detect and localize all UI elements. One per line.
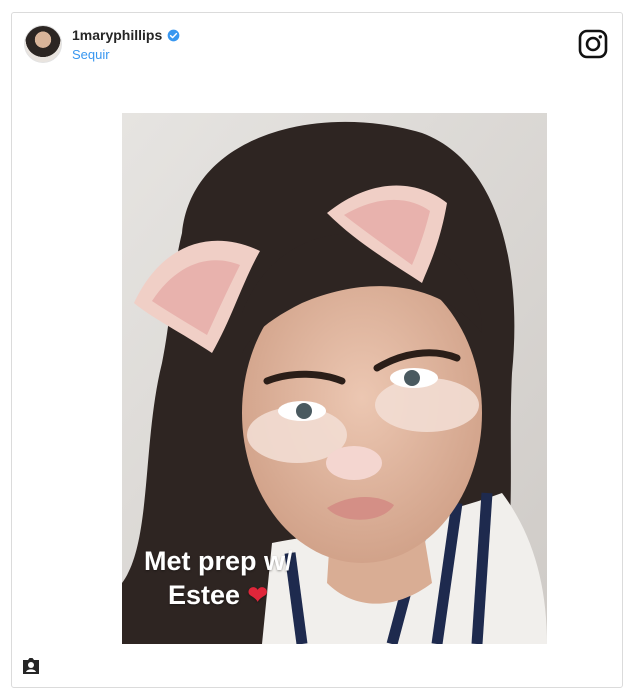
profile-icon[interactable] [20,655,42,677]
username[interactable]: 1maryphillips [72,27,162,43]
instagram-logo-icon[interactable] [578,29,608,59]
instagram-embed-card: 1maryphillips Sequir Met prep w/ Estee ❤ [11,12,623,688]
caption-line-2: Estee ❤ [168,582,468,609]
heart-emoji-icon: ❤ [247,582,268,609]
post-header: 1maryphillips Sequir [24,25,604,65]
avatar[interactable] [24,25,62,63]
username-row: 1maryphillips [72,27,180,43]
caption-text: Estee [168,580,241,610]
follow-link[interactable]: Sequir [72,47,110,62]
post-photo[interactable]: Met prep w/ Estee ❤ [122,113,547,644]
verified-badge-icon [167,29,180,41]
caption-line-1: Met prep w/ [144,546,293,576]
